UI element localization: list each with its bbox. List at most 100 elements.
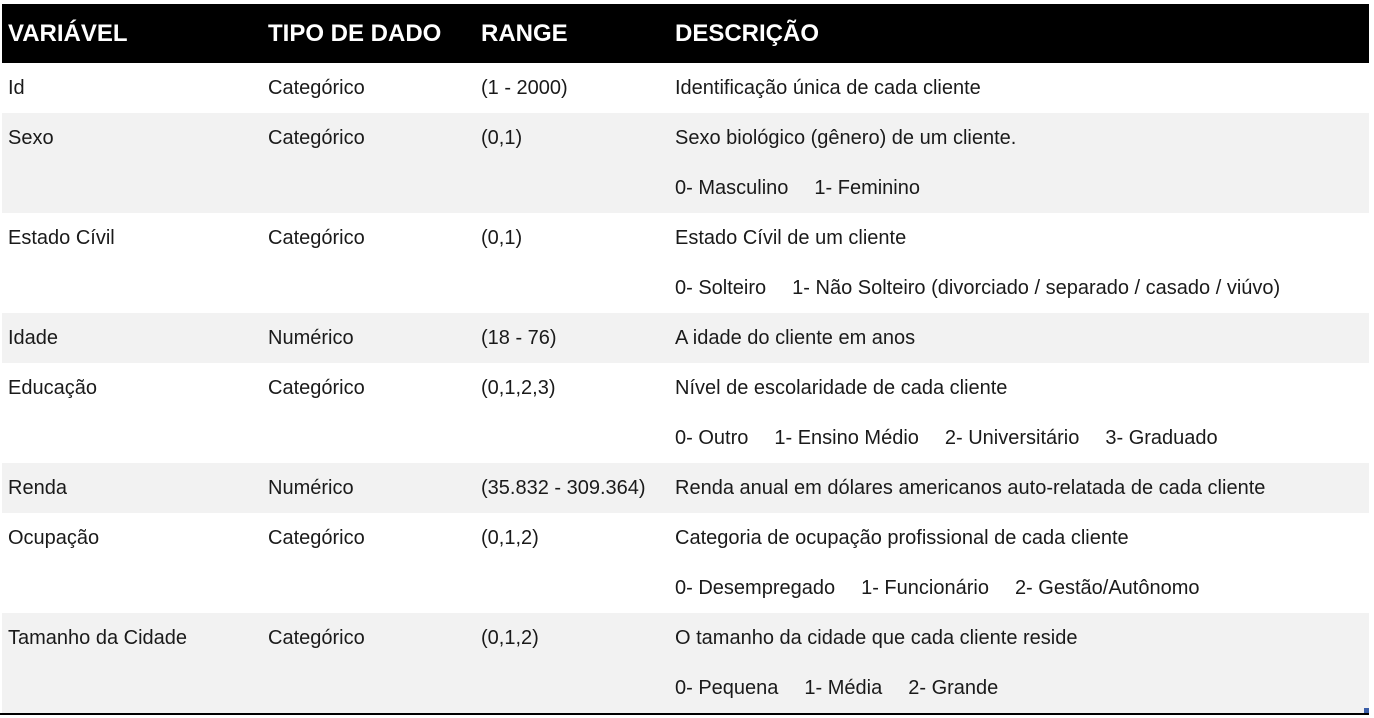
- option-list: 0- Outro 1- Ensino Médio 2- Universitário 3…: [675, 413, 1369, 463]
- cell-tipo-text: Categórico: [268, 127, 365, 149]
- cell-descricao-text: Nível de escolaridade de cada cliente: [675, 377, 1008, 399]
- cell-variavel-text: Id: [8, 77, 25, 99]
- header-range: RANGE: [481, 20, 568, 47]
- option-item: 3- Graduado: [1105, 427, 1218, 449]
- table-row: Ocupação Categórico (0,1,2) Categoria de oc…: [2, 513, 1369, 613]
- cell-descricao: Estado Cívil de um cliente 0- Solteiro 1- …: [669, 213, 1369, 313]
- cell-descricao-text: Sexo biológico (gênero) de um cliente.: [675, 127, 1017, 149]
- cell-tipo: Categórico: [262, 363, 475, 463]
- cell-tipo-text: Categórico: [268, 377, 365, 399]
- cell-variavel-text: Sexo: [8, 127, 54, 149]
- table-row: Estado Cívil Categórico (0,1) Estado Cívil …: [2, 213, 1369, 313]
- variables-table: VARIÁVEL TIPO DE DADO RANGE DESCRIÇÃO Id…: [2, 4, 1369, 713]
- table-body: Id Categórico (1 - 2000) Identificação únic…: [2, 63, 1369, 713]
- cell-variavel: Renda: [2, 463, 262, 513]
- cell-tipo-text: Numérico: [268, 477, 354, 499]
- table-bottom-border: [0, 713, 1369, 715]
- cell-range-text: (0,1,2): [481, 627, 539, 649]
- option-item: 1- Não Solteiro (divorciado / separado /…: [792, 277, 1281, 299]
- option-list: 0- Solteiro 1- Não Solteiro (divorciado /…: [675, 263, 1369, 313]
- option-item: 0- Solteiro: [675, 277, 767, 299]
- option-item: 2- Universitário: [944, 427, 1080, 449]
- table-row: Idade Numérico (18 - 76) A idade do cliente…: [2, 313, 1369, 363]
- table-row: Tamanho da Cidade Categórico (0,1,2) O tama…: [2, 613, 1369, 713]
- cell-range: (1 - 2000): [475, 63, 669, 113]
- header-descricao: DESCRIÇÃO: [675, 20, 820, 47]
- table-row: Sexo Categórico (0,1) Sexo biológico (gêner…: [2, 113, 1369, 213]
- cell-variavel-text: Idade: [8, 327, 59, 349]
- option-item: 2- Gestão/Autônomo: [1014, 577, 1200, 599]
- table-row: Educação Categórico (0,1,2,3) Nível de esco…: [2, 363, 1369, 463]
- cell-variavel: Idade: [2, 313, 262, 363]
- cell-tipo-text: Categórico: [268, 77, 365, 99]
- option-item: 0- Outro: [675, 427, 749, 449]
- cell-descricao: Identificação única de cada cliente: [669, 63, 1369, 113]
- option-list: 0- Masculino 1- Feminino: [675, 163, 1369, 213]
- cell-descricao: Sexo biológico (gênero) de um cliente. 0-…: [669, 113, 1369, 213]
- cell-descricao: O tamanho da cidade que cada cliente res…: [669, 613, 1369, 713]
- option-item: 1- Funcionário: [861, 577, 989, 599]
- cell-tipo: Numérico: [262, 463, 475, 513]
- option-list: 0- Desempregado 1- Funcionário 2- Gestão/A…: [675, 563, 1369, 613]
- option-item: 0- Pequena: [675, 677, 779, 699]
- cell-variavel: Sexo: [2, 113, 262, 213]
- cell-tipo-text: Categórico: [268, 627, 365, 649]
- cell-descricao: Renda anual em dólares americanos auto-r…: [669, 463, 1369, 513]
- cell-descricao-text: Identificação única de cada cliente: [675, 77, 981, 99]
- cell-descricao-text: Estado Cívil de um cliente: [675, 227, 907, 249]
- table-row: Id Categórico (1 - 2000) Identificação únic…: [2, 63, 1369, 113]
- cell-descricao-text: Renda anual em dólares americanos auto-r…: [675, 477, 1266, 499]
- cell-range: (0,1,2): [475, 513, 669, 613]
- option-item: 1- Média: [804, 677, 883, 699]
- cell-variavel: Id: [2, 63, 262, 113]
- cell-range-text: (18 - 76): [481, 327, 557, 349]
- cell-tipo-text: Categórico: [268, 227, 365, 249]
- cell-descricao: A idade do cliente em anos: [669, 313, 1369, 363]
- cell-range: (0,1,2,3): [475, 363, 669, 463]
- cell-tipo-text: Numérico: [268, 327, 354, 349]
- cell-range: (0,1): [475, 213, 669, 313]
- cell-range-text: (0,1,2): [481, 527, 539, 549]
- cell-tipo: Categórico: [262, 63, 475, 113]
- cell-variavel: Tamanho da Cidade: [2, 613, 262, 713]
- cell-variavel: Educação: [2, 363, 262, 463]
- cell-range: (18 - 76): [475, 313, 669, 363]
- cell-tipo: Categórico: [262, 613, 475, 713]
- header-tipo-de-dado: TIPO DE DADO: [268, 20, 442, 47]
- option-item: 0- Masculino: [675, 177, 789, 199]
- cell-range: (0,1): [475, 113, 669, 213]
- cell-range: (35.832 - 309.364): [475, 463, 669, 513]
- cell-range-text: (0,1,2,3): [481, 377, 556, 399]
- cell-tipo: Categórico: [262, 213, 475, 313]
- table-header: VARIÁVEL TIPO DE DADO RANGE DESCRIÇÃO: [2, 4, 1369, 63]
- option-item: 0- Desempregado: [675, 577, 836, 599]
- cell-range-text: (35.832 - 309.364): [481, 477, 646, 499]
- option-item: 2- Grande: [908, 677, 999, 699]
- cell-tipo: Categórico: [262, 513, 475, 613]
- header-variavel: VARIÁVEL: [8, 20, 128, 47]
- cell-descricao-text: O tamanho da cidade que cada cliente res…: [675, 627, 1078, 649]
- cell-range-text: (1 - 2000): [481, 77, 568, 99]
- cell-tipo: Numérico: [262, 313, 475, 363]
- cell-variavel-text: Ocupação: [8, 527, 100, 549]
- cell-variavel-text: Tamanho da Cidade: [8, 627, 188, 649]
- cell-variavel-text: Educação: [8, 377, 97, 399]
- cell-tipo-text: Categórico: [268, 527, 365, 549]
- cell-range-text: (0,1): [481, 127, 523, 149]
- cell-variavel: Estado Cívil: [2, 213, 262, 313]
- cell-range-text: (0,1): [481, 227, 523, 249]
- cell-tipo: Categórico: [262, 113, 475, 213]
- option-list: 0- Pequena 1- Média 2- Grande: [675, 663, 1369, 713]
- option-item: 1- Feminino: [814, 177, 920, 199]
- cell-descricao: Nível de escolaridade de cada cliente 0- …: [669, 363, 1369, 463]
- cell-range: (0,1,2): [475, 613, 669, 713]
- resize-handle[interactable]: [1364, 708, 1369, 713]
- cell-variavel-text: Estado Cívil: [8, 227, 115, 249]
- table-row: Renda Numérico (35.832 - 309.364) Renda anu…: [2, 463, 1369, 513]
- cell-descricao-text: A idade do cliente em anos: [675, 327, 916, 349]
- option-item: 1- Ensino Médio: [774, 427, 919, 449]
- cell-variavel-text: Renda: [8, 477, 67, 499]
- cell-descricao-text: Categoria de ocupação profissional de ca…: [675, 527, 1129, 549]
- cell-descricao: Categoria de ocupação profissional de ca…: [669, 513, 1369, 613]
- cell-variavel: Ocupação: [2, 513, 262, 613]
